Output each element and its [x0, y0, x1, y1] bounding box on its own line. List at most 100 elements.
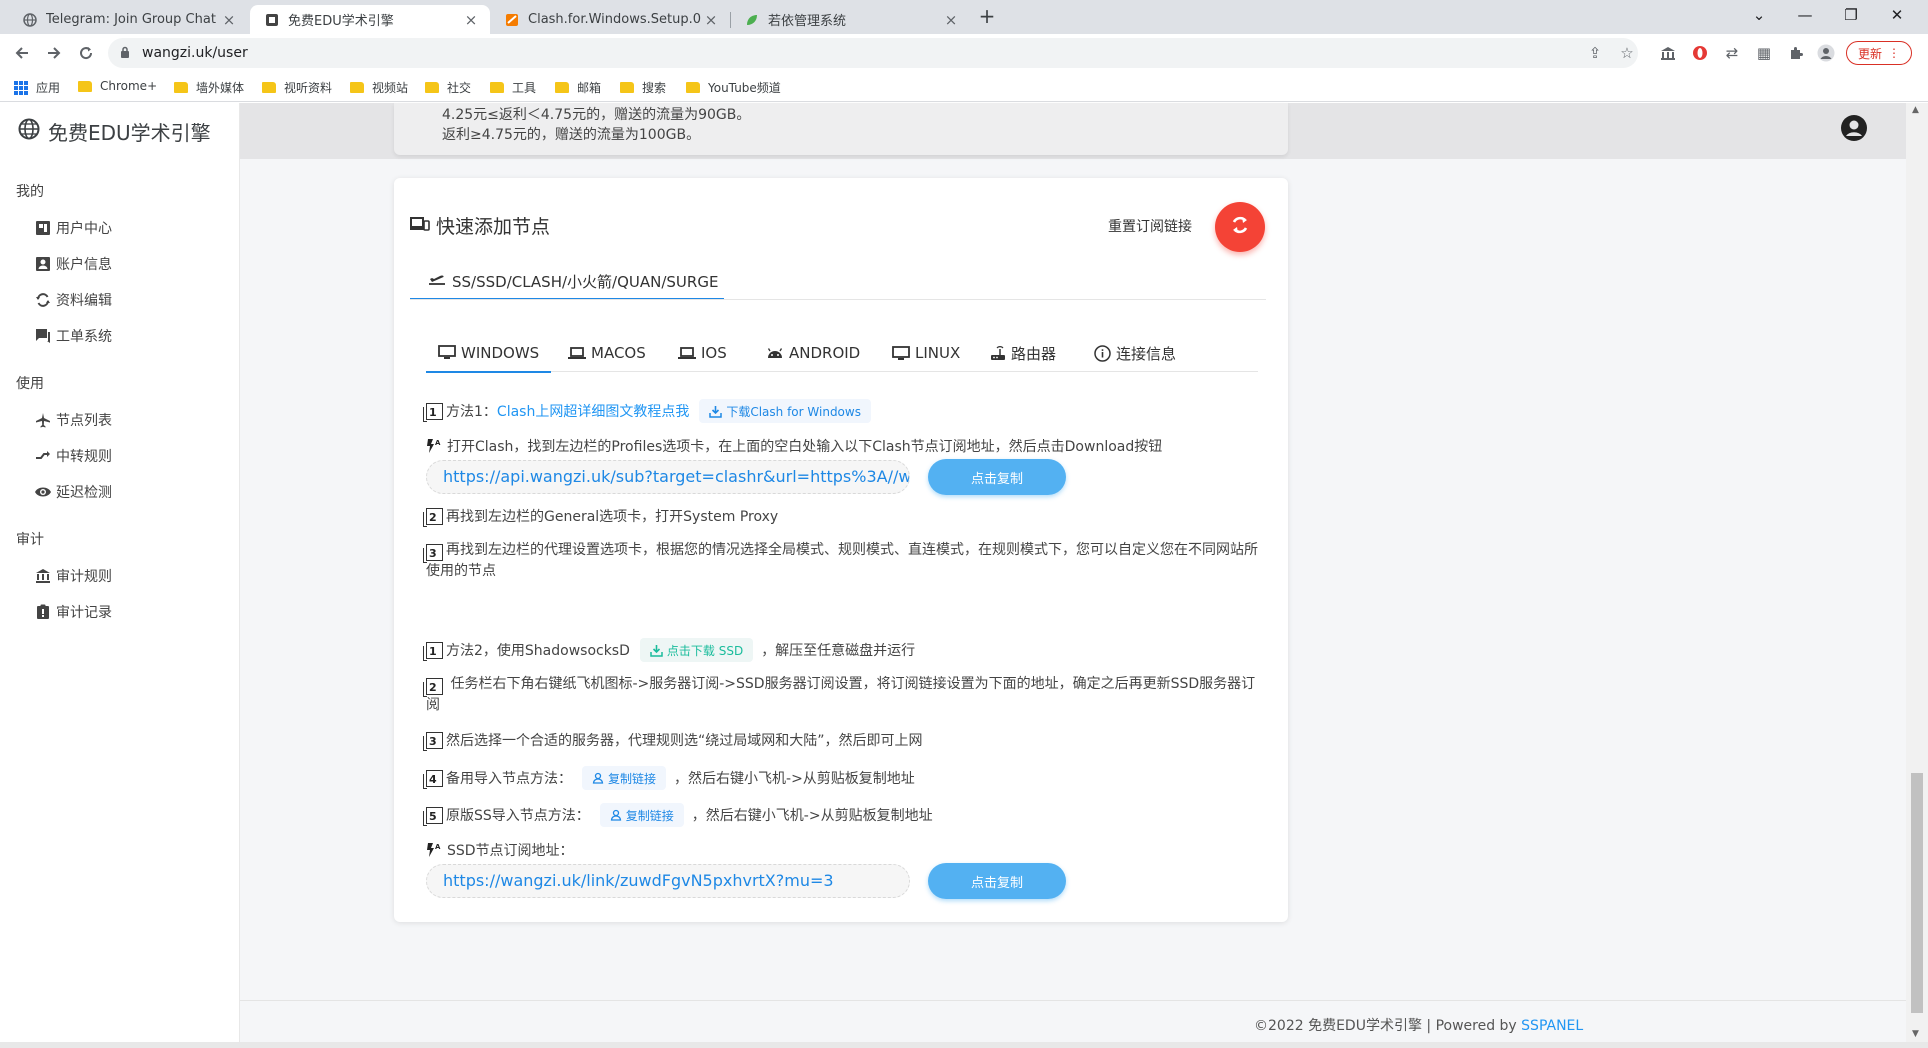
update-button[interactable]: 更新 ⋮	[1846, 41, 1912, 65]
forward-icon[interactable]	[42, 41, 66, 65]
page-scrollbar[interactable]: ▲ ▼	[1906, 103, 1928, 1048]
tab-ss-ssd-clash[interactable]: SS/SSD/CLASH/小火箭/QUAN/SURGE	[410, 264, 724, 300]
sidebar-item-profile-edit[interactable]: 资料编辑	[34, 290, 112, 310]
share-icon[interactable]: ⇪	[1585, 43, 1605, 63]
address-bar[interactable]: wangzi.uk/user	[108, 38, 1638, 68]
window-close-button[interactable]: ✕	[1874, 0, 1920, 30]
filter-3-icon: 3	[423, 544, 443, 563]
devices-icon	[410, 215, 430, 237]
refresh-icon	[1228, 213, 1252, 241]
scroll-thumb[interactable]	[1911, 773, 1923, 1013]
ssd-subscription-url[interactable]: https://wangzi.uk/link/zuwdFgvN5pxhvrtX?…	[426, 864, 910, 898]
bookmark-folder[interactable]: 墙外媒体	[174, 79, 244, 96]
browser-tab-telegram[interactable]: Telegram: Join Group Chat ×	[8, 5, 248, 34]
tab-windows[interactable]: WINDOWS	[426, 334, 552, 373]
method2-step4-suffix: ，然后右键小飞机->从剪贴板复制地址	[674, 771, 915, 787]
tab-connection-info[interactable]: 连接信息	[1082, 334, 1188, 372]
close-icon[interactable]: ×	[942, 11, 960, 29]
browser-tab-ruoyi[interactable]: 若依管理系统 ×	[730, 5, 970, 34]
copy-link-button[interactable]: 复制链接	[599, 803, 684, 827]
puzzle-icon[interactable]	[1786, 43, 1806, 63]
bookmark-folder[interactable]: 社交	[425, 79, 471, 96]
sidebar-item-latency[interactable]: 延迟检测	[34, 482, 112, 502]
method1-instruction: 打开Clash，找到左边栏的Profiles选项卡，在上面的空白处输入以下Cla…	[447, 439, 1163, 455]
sidebar-item-account[interactable]: 账户信息	[34, 254, 112, 274]
bookmark-folder[interactable]: 视频站	[350, 79, 408, 96]
profile-icon[interactable]	[1816, 43, 1836, 63]
tab-macos[interactable]: MACOS	[556, 334, 658, 372]
browser-tab-strip: Telegram: Join Group Chat × 免费EDU学术引擎 × …	[0, 0, 1928, 34]
sspanel-link[interactable]: SSPANEL	[1521, 1018, 1583, 1034]
copy-clash-url-button[interactable]: 点击复制	[928, 459, 1066, 495]
bookmark-folder[interactable]: 视听资料	[262, 79, 332, 96]
browser-tab-edu[interactable]: 免费EDU学术引擎 ×	[250, 5, 490, 34]
bookmark-folder[interactable]: 邮箱	[555, 79, 601, 96]
scroll-down-arrow-icon[interactable]: ▼	[1912, 1029, 1919, 1039]
filter-1-icon: 1	[423, 402, 443, 422]
bookmark-folder[interactable]: 搜索	[620, 79, 666, 96]
clash-tutorial-link[interactable]: Clash上网超详细图文教程点我	[497, 401, 689, 421]
browser-tab-clash[interactable]: Clash.for.Windows.Setup.0.19. ×	[490, 5, 730, 34]
tab-router[interactable]: 路由器	[978, 334, 1068, 372]
taskbar-edge	[0, 1042, 1928, 1048]
close-icon[interactable]: ×	[702, 11, 720, 29]
os-tabs: WINDOWS MACOS IOS ANDROID LINUX 路由器 连接信息	[426, 334, 1258, 373]
bookmark-folder[interactable]: 工具	[490, 79, 536, 96]
reset-subscription-button[interactable]	[1215, 202, 1265, 252]
tab-ios[interactable]: IOS	[666, 334, 739, 372]
bookmark-folder[interactable]: YouTube频道	[686, 79, 781, 96]
quick-add-node-card: 快速添加节点 重置订阅链接 SS/SSD/CLASH/小火箭/QUAN/SURG…	[394, 178, 1288, 922]
extension-arrows-icon[interactable]: ⇄	[1722, 43, 1742, 63]
sidebar-item-nodes[interactable]: 节点列表	[34, 410, 112, 430]
bookmark-apps[interactable]: 应用	[14, 79, 60, 96]
sidebar-item-audit-rules[interactable]: 审计规则	[34, 566, 112, 586]
bookmark-label: 搜索	[642, 81, 667, 95]
sidebar-item-tickets[interactable]: 工单系统	[34, 326, 112, 346]
new-tab-button[interactable]: +	[976, 6, 998, 28]
sidebar-item-label: 审计记录	[56, 605, 112, 621]
opera-icon[interactable]	[1690, 43, 1710, 63]
sidebar-item-user-center[interactable]: 用户中心	[34, 218, 112, 238]
download-ssd-button[interactable]: 点击下载 SSD	[639, 638, 754, 662]
account-box-icon	[34, 255, 52, 273]
more-vert-icon: ⋮	[1888, 46, 1900, 60]
restore-button[interactable]: ❐	[1828, 0, 1874, 30]
extension-bank-icon[interactable]	[1658, 43, 1678, 63]
clash-subscription-url[interactable]: https://api.wangzi.uk/sub?target=clashr&…	[426, 460, 910, 494]
download-clash-button[interactable]: 下载Clash for Windows	[699, 399, 871, 423]
back-icon[interactable]	[10, 41, 34, 65]
scroll-up-arrow-icon[interactable]: ▲	[1912, 105, 1919, 115]
close-icon[interactable]: ×	[220, 11, 238, 29]
reload-icon[interactable]	[74, 41, 98, 65]
download-favicon-icon	[504, 12, 520, 28]
copy-ssd-url-button[interactable]: 点击复制	[928, 863, 1066, 899]
method1-instruction-row: A 打开Clash，找到左边栏的Profiles选项卡，在上面的空白处输入以下C…	[426, 436, 1162, 456]
account-circle-icon[interactable]	[1840, 114, 1868, 146]
tab-label: SS/SSD/CLASH/小火箭/QUAN/SURGE	[452, 272, 719, 291]
sidebar-item-relay[interactable]: 中转规则	[34, 446, 112, 466]
router-icon	[990, 345, 1006, 361]
filter-1-icon: 1	[423, 641, 443, 661]
copy-link-label: 复制链接	[625, 808, 674, 823]
leaf-icon	[744, 12, 760, 28]
tab-android[interactable]: ANDROID	[754, 334, 872, 372]
copy-link-button[interactable]: 复制链接	[582, 766, 667, 790]
folder-icon	[425, 82, 439, 93]
tab-search-icon[interactable]: ⌄	[1736, 0, 1782, 30]
desktop-icon	[438, 345, 456, 360]
sidebar-item-audit-log[interactable]: 审计记录	[34, 602, 112, 622]
close-icon[interactable]: ×	[462, 11, 480, 29]
extension-store-icon[interactable]: ▦	[1754, 43, 1774, 63]
notice-line: 4.25元≤返利＜4.75元的，赠送的流量为90GB。	[442, 107, 751, 123]
card-title: 快速添加节点	[410, 212, 550, 239]
method2-step1-suffix: ，解压至任意磁盘并运行	[761, 643, 916, 659]
method1-step3: 再找到左边栏的代理设置选项卡，根据您的情况选择全局模式、规则模式、直连模式，在规…	[426, 542, 1258, 579]
ssd-label-row: A SSD节点订阅地址：	[426, 840, 574, 860]
bookmark-folder[interactable]: Chrome+	[78, 79, 157, 93]
url-text: wangzi.uk/user	[142, 45, 248, 61]
brand[interactable]: 免费EDU学术引擎	[18, 117, 211, 146]
filter-3-icon: 3	[423, 731, 443, 751]
star-icon[interactable]: ☆	[1617, 43, 1637, 63]
tab-linux[interactable]: LINUX	[880, 334, 972, 372]
minimize-button[interactable]: —	[1782, 0, 1828, 30]
